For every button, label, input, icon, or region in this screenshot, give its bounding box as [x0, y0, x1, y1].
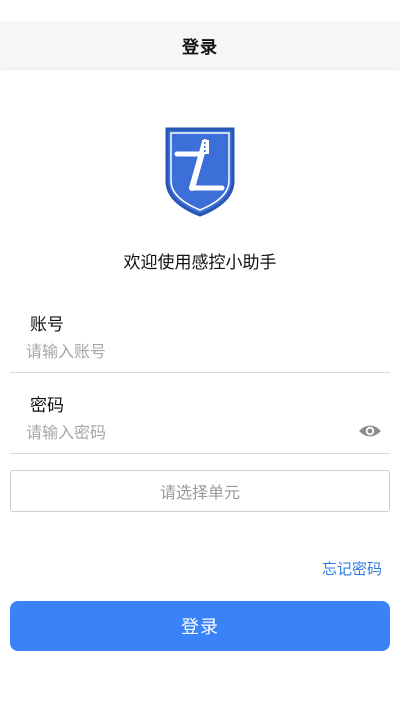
login-button[interactable]: 登录 [10, 601, 390, 651]
account-input[interactable] [26, 337, 356, 365]
nav-bar: 登录 [0, 22, 400, 68]
unit-select-placeholder: 请选择单元 [159, 483, 240, 502]
account-label: 账号 [30, 315, 64, 335]
password-input[interactable] [26, 418, 356, 446]
forgot-password-link[interactable]: 忘记密码 [322, 558, 382, 579]
account-divider [10, 372, 390, 373]
password-label: 密码 [30, 396, 64, 416]
welcome-text: 欢迎使用感控小助手 [123, 253, 277, 273]
eye-icon[interactable] [358, 422, 382, 440]
password-divider [10, 453, 390, 454]
app-logo [165, 127, 235, 217]
unit-select[interactable]: 请选择单元 [10, 470, 390, 512]
page-title: 登录 [182, 37, 218, 58]
